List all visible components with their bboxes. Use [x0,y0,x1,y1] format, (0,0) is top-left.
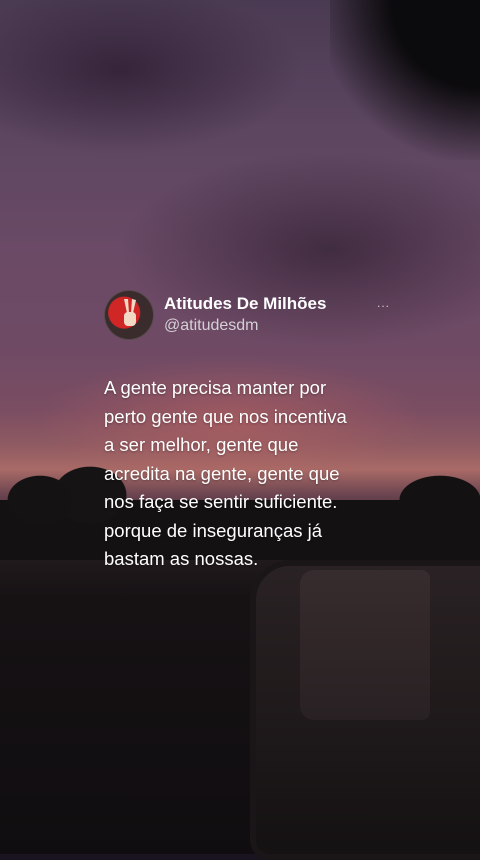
more-options-icon[interactable]: ... [377,296,390,310]
tweet-line: A gente precisa manter por [104,377,327,398]
tweet-text: A gente precisa manter por perto gente q… [104,374,404,574]
tweet-header: Atitudes De Milhões @atitudesdm [104,290,404,340]
author-handle[interactable]: @atitudesdm [164,316,326,336]
background-corner-shadow [330,0,480,160]
tweet-line: nos faça se sentir suficiente. [104,491,338,512]
tweet-line: perto gente que nos incentiva [104,405,347,427]
tweet-line: acredita na gente, gente que [104,462,340,484]
tweet-card: Atitudes De Milhões @atitudesdm ... A ge… [104,290,404,574]
peace-sign-hand-icon [124,299,136,326]
tweet-line: bastam as nossas. [104,548,259,569]
tweet-line: porque de inseguranças já [104,519,323,541]
car-mirror-glass [300,570,430,720]
tweet-line: a ser melhor, gente que [104,434,299,455]
author-avatar[interactable] [104,290,154,340]
author-name[interactable]: Atitudes De Milhões [164,294,326,314]
author-names: Atitudes De Milhões @atitudesdm [164,294,326,336]
